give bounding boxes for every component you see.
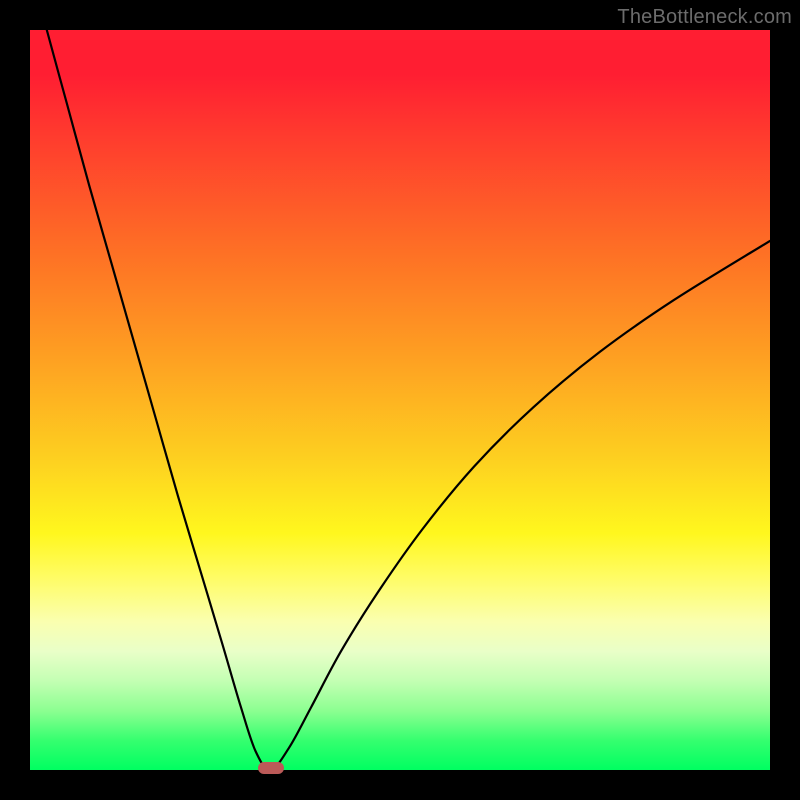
plot-area	[30, 30, 770, 770]
chart-frame: TheBottleneck.com	[0, 0, 800, 800]
optimal-point-marker	[258, 762, 284, 774]
watermark-text: TheBottleneck.com	[617, 6, 792, 29]
bottleneck-curve	[30, 30, 770, 770]
